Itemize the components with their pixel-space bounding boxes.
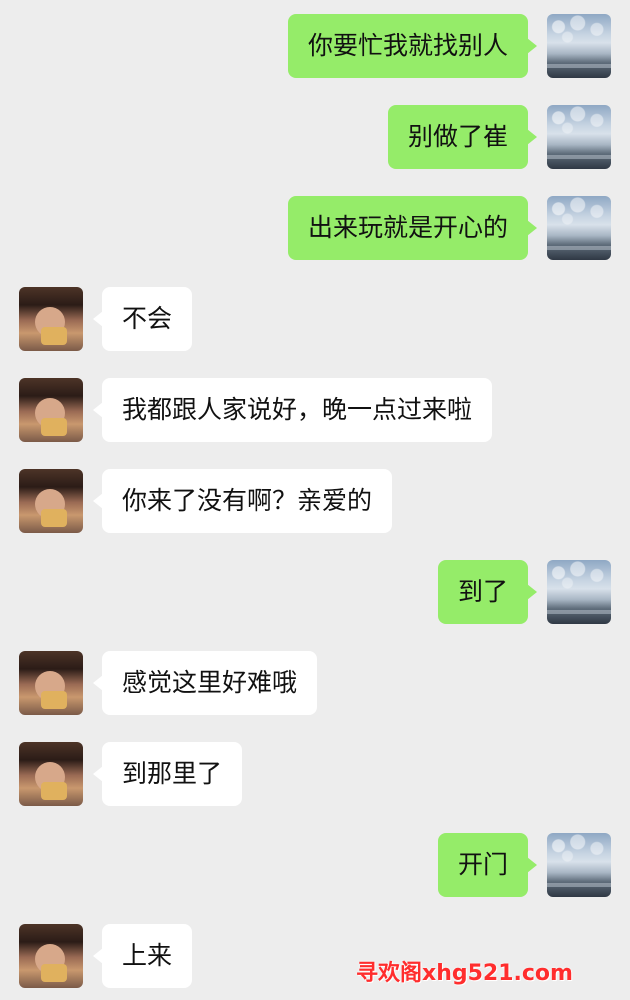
message-text: 我都跟人家说好，晚一点过来啦: [122, 395, 473, 424]
message-bubble-received[interactable]: 到那里了: [92, 742, 243, 806]
message-text: 别做了崔: [407, 122, 508, 151]
message-bubble-received[interactable]: 上来: [92, 924, 193, 988]
message-bubble-received[interactable]: 你来了没有啊？亲爱的: [92, 469, 393, 533]
message-bubble-received[interactable]: 感觉这里好难哦: [92, 651, 318, 715]
message-bubble-received[interactable]: 不会: [92, 287, 193, 351]
message-text: 开门: [457, 850, 508, 879]
site-watermark: 寻欢阁xhg521.com: [356, 961, 573, 986]
message-text: 到那里了: [122, 759, 223, 788]
message-text: 你要忙我就找别人: [307, 31, 508, 60]
friend-avatar[interactable]: [19, 287, 83, 351]
message-bubble-received[interactable]: 我都跟人家说好，晚一点过来啦: [92, 378, 493, 442]
chat-area[interactable]: 你要忙我就找别人 别做了崔 出来玩就是开心的 不会 我都跟人家说好，晚一点过来啦…: [0, 0, 630, 1000]
message-text: 感觉这里好难哦: [122, 668, 298, 697]
message-bubble-sent[interactable]: 开门: [437, 833, 538, 897]
my-avatar[interactable]: [547, 560, 611, 624]
my-avatar[interactable]: [547, 105, 611, 169]
friend-avatar[interactable]: [19, 651, 83, 715]
message-bubble-sent[interactable]: 出来玩就是开心的: [287, 196, 538, 260]
my-avatar[interactable]: [547, 14, 611, 78]
my-avatar[interactable]: [547, 196, 611, 260]
message-text: 不会: [122, 304, 173, 333]
message-bubble-sent[interactable]: 到了: [437, 560, 538, 624]
friend-avatar[interactable]: [19, 378, 83, 442]
message-bubble-sent[interactable]: 别做了崔: [387, 105, 538, 169]
friend-avatar[interactable]: [19, 469, 83, 533]
message-text: 出来玩就是开心的: [307, 213, 508, 242]
friend-avatar[interactable]: [19, 742, 83, 806]
message-text: 你来了没有啊？亲爱的: [122, 486, 373, 515]
friend-avatar[interactable]: [19, 924, 83, 988]
my-avatar[interactable]: [547, 833, 611, 897]
message-text: 到了: [457, 577, 508, 606]
message-text: 上来: [122, 941, 173, 970]
message-bubble-sent[interactable]: 你要忙我就找别人: [287, 14, 538, 78]
